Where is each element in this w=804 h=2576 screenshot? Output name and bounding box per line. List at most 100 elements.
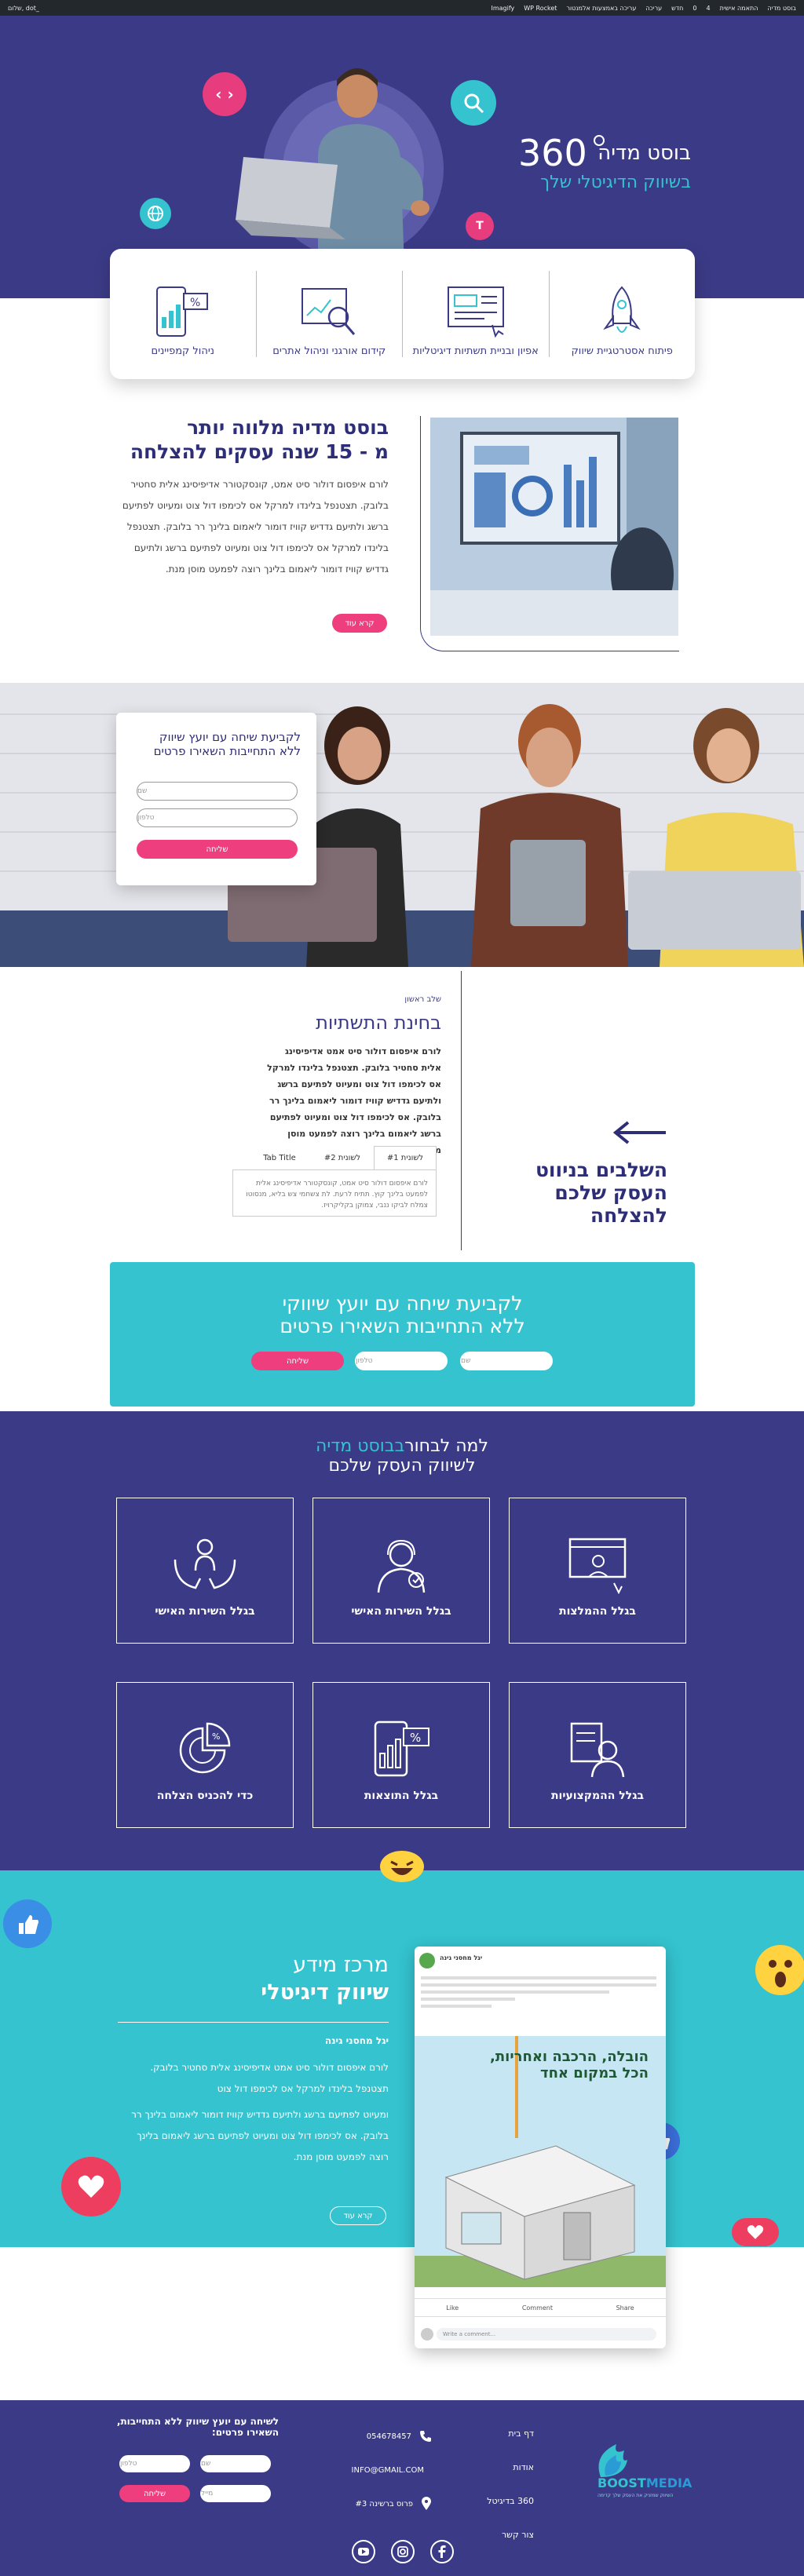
admin-item-edit[interactable]: עריכה bbox=[645, 5, 662, 12]
contact-hero-phone-input[interactable]: טלפון bbox=[137, 808, 298, 827]
service-label: אפיון ובניית תשתיות דיגיטליות bbox=[412, 345, 539, 357]
admin-item-customize[interactable]: התאמה אישית bbox=[720, 5, 758, 12]
why-feature-success[interactable]: % כדי להכניס הצלחה bbox=[116, 1682, 294, 1828]
cta-phone-input[interactable]: טלפון bbox=[355, 1352, 448, 1370]
footer-social bbox=[352, 2540, 454, 2565]
steps-side-title: השלבים בניווט העסק שלכם להצלחה bbox=[502, 1158, 667, 1227]
footer-logo[interactable]: BOOSTMEDIA השיווק שמזניק את העסק שלך קדי… bbox=[593, 2432, 703, 2502]
footer-nav-digital[interactable]: 360 בדיגיטל bbox=[471, 2496, 534, 2512]
service-item-campaigns[interactable]: % ניהול קמפיינים bbox=[110, 271, 256, 357]
cta-name-input[interactable]: שם bbox=[460, 1352, 553, 1370]
why-feature-personal-service[interactable]: בגלל השירות האישי bbox=[312, 1498, 490, 1644]
arrow-left-icon bbox=[612, 1121, 667, 1144]
admin-greeting[interactable]: שלום, dot_ bbox=[8, 5, 39, 12]
laughing-emoji-icon bbox=[380, 1851, 424, 1882]
steps-tab-panel: לורם איפסום דולור סיט אמט, קונסקטורר אדי… bbox=[232, 1169, 437, 1217]
pie-chart-icon: % bbox=[179, 1722, 231, 1774]
instagram-icon[interactable] bbox=[391, 2540, 415, 2563]
admin-item-new[interactable]: חדש bbox=[671, 5, 683, 12]
knowledge-bottom-bg bbox=[0, 2247, 804, 2400]
why-feature-label: בגלל ההמלצות bbox=[559, 1605, 636, 1618]
professional-icon bbox=[570, 1722, 625, 1778]
why-feature-label: כדי להכניס הצלחה bbox=[156, 1790, 254, 1802]
post-actions: Like Comment Share bbox=[415, 2298, 666, 2317]
cta-title: לקביעת שיחה עם יועץ שיווקי ללא התחייבות … bbox=[110, 1292, 695, 1337]
why-feature-label: בגלל ההמקצועיות bbox=[550, 1790, 645, 1802]
admin-item-elementor[interactable]: עריכה באמצעות אלמנטור bbox=[566, 5, 636, 12]
footer-contact-title-line1: לשיחה עם יועץ שיווק ללא התחייבות, bbox=[116, 2416, 279, 2427]
footer: לשיחה עם יועץ שיווק ללא התחייבות, השאירו… bbox=[0, 2400, 804, 2576]
service-item-strategy[interactable]: פיתוח אסטרטגיית שיווק bbox=[548, 271, 696, 357]
heart-bubble-small-icon bbox=[732, 2218, 779, 2246]
cta-title-line1: לקביעת שיחה עם יועץ שיווקי bbox=[282, 1292, 523, 1315]
admin-item-site[interactable]: בוסט מדיה bbox=[767, 5, 796, 12]
footer-name-input[interactable]: שם bbox=[200, 2455, 271, 2472]
post-like-button[interactable]: Like bbox=[446, 2304, 459, 2311]
why-feature-caring[interactable]: בגלל השירות האישי bbox=[116, 1498, 294, 1644]
admin-bar-items: בוסט מדיה התאמה אישית 4 0 חדש עריכה עריכ… bbox=[492, 5, 797, 12]
footer-contact-title: לשיחה עם יועץ שיווק ללא התחייבות, השאירו… bbox=[110, 2416, 279, 2438]
admin-item-imagify[interactable]: Imagify bbox=[492, 5, 515, 12]
service-item-infrastructure[interactable]: אפיון ובניית תשתיות דיגיטליות bbox=[402, 271, 549, 357]
facebook-icon[interactable] bbox=[430, 2540, 454, 2563]
footer-email[interactable]: INFO@GMAIL.COM bbox=[352, 2466, 424, 2475]
contact-hero-title-line1: לקביעת שיחה עם יועץ שיווק bbox=[159, 730, 301, 744]
why-section: למה לבחורבבוסט מדיה לשיווק העסק שלכם בגל… bbox=[0, 1411, 804, 1870]
hero-brand: 360 בוסט מדיה בשיווק הדיגיטלי שלך bbox=[518, 132, 691, 203]
knowledge-text: מרכז מידע שיווק דיגיטלי יגל מחסני גינה ל… bbox=[118, 1953, 389, 2168]
post-comment-button[interactable]: Comment bbox=[522, 2304, 553, 2311]
steps-body-wrap bbox=[267, 995, 268, 996]
youtube-icon[interactable] bbox=[352, 2540, 375, 2563]
footer-nav-about[interactable]: אודות bbox=[471, 2462, 534, 2478]
hero-laptop bbox=[236, 157, 345, 243]
about-text: בוסט מדיה מלווה יותר מ - 15 שנה עסקים לה… bbox=[118, 416, 389, 580]
knowledge-read-more-button[interactable]: קרא עוד bbox=[330, 2206, 386, 2225]
about-read-more-button[interactable]: קרא עוד bbox=[332, 614, 387, 633]
post-image-headline: הובלה, הרכבה ואחריות, הכל במקום אחד bbox=[490, 2049, 649, 2082]
why-feature-professional[interactable]: בגלל ההמקצועיות bbox=[509, 1682, 686, 1828]
steps-tab-bar: לשונית #1 לשונית #2 Tab Title bbox=[232, 1146, 437, 1169]
about-title-line2: מ - 15 שנה עסקים להצלחה bbox=[130, 440, 389, 463]
steps-body: לורם איפסום דולור סיט אמט אדיפיסינג אלית… bbox=[267, 1046, 441, 1155]
admin-item-comments[interactable]: 0 bbox=[693, 5, 696, 12]
contact-hero-title: לקביעת שיחה עם יועץ שיווק ללא התחייבות ה… bbox=[128, 730, 301, 758]
admin-item-updates[interactable]: 4 bbox=[706, 5, 710, 12]
footer-submit-button[interactable]: שליחה bbox=[119, 2485, 190, 2502]
admin-item-rocket[interactable]: WP Rocket bbox=[524, 5, 557, 12]
seo-analytics-icon bbox=[302, 288, 356, 335]
knowledge-divider bbox=[118, 2022, 389, 2023]
footer-nav-home[interactable]: דף בית bbox=[471, 2428, 534, 2444]
why-feature-results[interactable]: % בגלל התוצאות bbox=[312, 1682, 490, 1828]
post-commenter-avatar bbox=[421, 2328, 433, 2341]
tab-1[interactable]: לשונית #1 bbox=[374, 1146, 437, 1169]
service-item-seo[interactable]: קידום אורגני וניהול אתרים bbox=[255, 271, 403, 357]
post-page-name[interactable]: יגל מחסני גינה bbox=[440, 1954, 482, 1961]
footer-nav: דף בית אודות 360 בדיגיטל צור קשר bbox=[471, 2428, 534, 2545]
search-badge-icon bbox=[451, 80, 496, 126]
why-title-line1: למה לבחורבבוסט מדיה bbox=[0, 1436, 804, 1456]
support-agent-icon bbox=[377, 1539, 426, 1593]
hero-brand-title: בוסט מדיה bbox=[598, 141, 691, 165]
rocket-icon bbox=[603, 286, 641, 333]
tab-3[interactable]: Tab Title bbox=[248, 1146, 311, 1169]
footer-phone[interactable]: 054678457 bbox=[367, 2432, 411, 2441]
steps-content: שלב ראשון בחינת התשתיות לורם איפסום דולו… bbox=[267, 995, 441, 1158]
location-pin-icon bbox=[422, 2497, 431, 2510]
post-image: הובלה, הרכבה ואחריות, הכל במקום אחד bbox=[415, 2036, 666, 2287]
cta-submit-button[interactable]: שליחה bbox=[251, 1352, 344, 1370]
post-share-button[interactable]: Share bbox=[616, 2304, 634, 2311]
contact-hero-submit-button[interactable]: שליחה bbox=[137, 840, 298, 859]
footer-contact-title-line2: השאירו פרטים: bbox=[211, 2427, 279, 2438]
why-feature-recommendations[interactable]: בגלל ההמלצות bbox=[509, 1498, 686, 1644]
why-title: למה לבחורבבוסט מדיה לשיווק העסק שלכם bbox=[0, 1436, 804, 1476]
footer-nav-contact[interactable]: צור קשר bbox=[471, 2530, 534, 2545]
footer-phone-input[interactable]: טלפון bbox=[119, 2455, 190, 2472]
tab-2[interactable]: לשונית #2 bbox=[311, 1146, 374, 1169]
footer-email-input[interactable]: מייל bbox=[200, 2485, 271, 2502]
footer-logo-secondary: MEDIA bbox=[645, 2476, 693, 2490]
steps-side-title-line2: העסק שלכם bbox=[554, 1181, 667, 1204]
why-feature-label: בגלל התוצאות bbox=[364, 1790, 439, 1802]
post-comment-input[interactable]: Write a comment... bbox=[437, 2328, 656, 2341]
contact-hero-name-input[interactable]: שם bbox=[137, 782, 298, 801]
footer-phone-row: 054678457 bbox=[353, 2428, 432, 2444]
